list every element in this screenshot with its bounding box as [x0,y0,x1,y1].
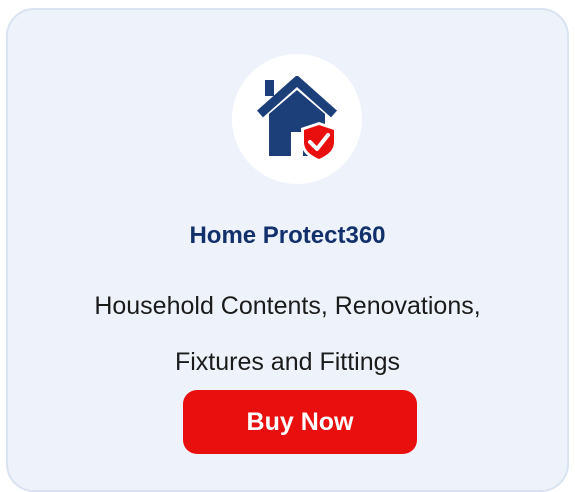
product-card: Home Protect360 Household Contents, Reno… [6,8,569,492]
house-shield-icon [257,76,337,160]
product-title: Home Protect360 [189,222,386,249]
description-line-2: Fixtures and Fittings [174,348,401,376]
product-description: Household Contents, Renovations, Fixture… [8,278,567,390]
buy-now-button[interactable]: Buy Now [183,390,417,454]
icon-badge [232,54,362,184]
description-line-1: Household Contents, Renovations, [94,292,481,320]
